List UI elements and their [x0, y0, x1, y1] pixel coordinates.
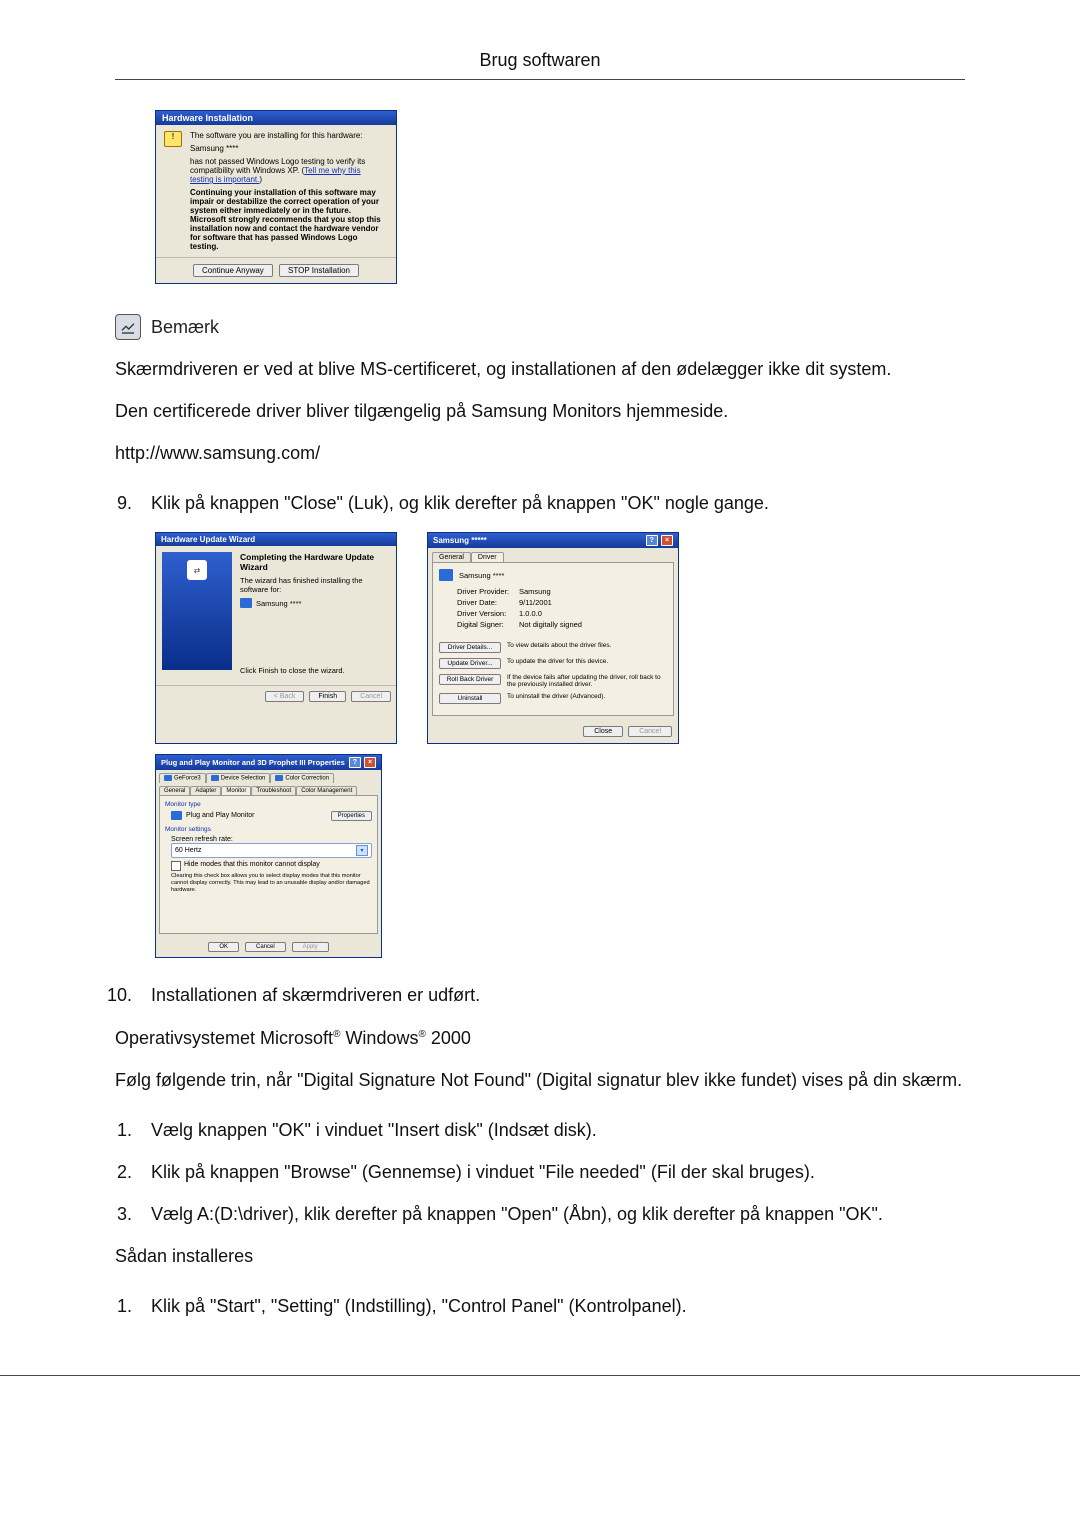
info-key: Driver Version:: [457, 609, 513, 618]
help-icon[interactable]: ?: [646, 535, 658, 546]
dialog-title: Hardware Update Wizard: [156, 533, 396, 546]
dialog-text: has not passed Windows Logo testing to v…: [190, 157, 386, 184]
dialog-title: Samsung *****: [433, 536, 487, 545]
hardware-installation-dialog: Hardware Installation ! The software you…: [155, 110, 397, 284]
info-key: Driver Date:: [457, 598, 513, 607]
tab-troubleshoot[interactable]: Troubleshoot: [251, 786, 296, 795]
button-desc: To uninstall the driver (Advanced).: [507, 693, 667, 700]
info-value: Not digitally signed: [519, 620, 582, 629]
dialog-warning-text: Continuing your installation of this sof…: [190, 188, 386, 251]
warning-icon: !: [164, 131, 182, 147]
cancel-button[interactable]: Cancel: [351, 691, 391, 702]
rollback-driver-button[interactable]: Roll Back Driver: [439, 674, 501, 685]
wizard-banner: ⇄: [162, 552, 232, 670]
info-value: 1.0.0.0: [519, 609, 542, 618]
tab-general[interactable]: General: [432, 552, 471, 562]
monitor-properties-dialog: Plug and Play Monitor and 3D Prophet III…: [155, 754, 382, 958]
button-desc: To view details about the driver files.: [507, 642, 667, 649]
list2-item-1: Vælg knappen "OK" i vinduet "Insert disk…: [137, 1117, 965, 1143]
uninstall-driver-button[interactable]: Uninstall: [439, 693, 501, 704]
hardware-update-wizard-dialog: Hardware Update Wizard ⇄ Completing the …: [155, 532, 397, 744]
update-driver-button[interactable]: Update Driver...: [439, 658, 501, 669]
group-monitor-settings: Monitor settings: [165, 826, 372, 833]
properties-button[interactable]: Properties: [331, 811, 372, 821]
body-paragraph: Den certificerede driver bliver tilgænge…: [115, 398, 965, 424]
tab-driver[interactable]: Driver: [471, 552, 504, 562]
button-desc: If the device fails after updating the d…: [507, 674, 667, 688]
rule: [115, 79, 965, 80]
refresh-rate-select[interactable]: 60 Hertz ▾: [171, 843, 372, 858]
group-monitor-type: Monitor type: [165, 801, 372, 808]
close-icon[interactable]: ×: [364, 757, 376, 768]
tab-general[interactable]: General: [159, 786, 190, 795]
list3-item-1: Klik på "Start", "Setting" (Indstilling)…: [137, 1293, 965, 1319]
tab-color-management[interactable]: Color Management: [296, 786, 357, 795]
dialog-title: Plug and Play Monitor and 3D Prophet III…: [161, 758, 345, 767]
stop-installation-button[interactable]: STOP Installation: [279, 264, 359, 277]
body-url: http://www.samsung.com/: [115, 440, 965, 466]
info-key: Digital Signer:: [457, 620, 513, 629]
info-key: Driver Provider:: [457, 587, 513, 596]
close-icon[interactable]: ×: [661, 535, 673, 546]
step-9: Klik på knappen "Close" (Luk), og klik d…: [137, 490, 965, 516]
dialog-text: The software you are installing for this…: [190, 131, 386, 140]
back-button[interactable]: < Back: [265, 691, 305, 702]
driver-details-button[interactable]: Driver Details...: [439, 642, 501, 653]
tab-color-correction[interactable]: Color Correction: [270, 773, 334, 783]
ok-button[interactable]: OK: [208, 942, 239, 952]
body-paragraph: Skærmdriveren er ved at blive MS-certifi…: [115, 356, 965, 382]
hide-modes-label: Hide modes that this monitor cannot disp…: [184, 861, 320, 871]
os-heading: Operativsystemet Microsoft® Windows® 200…: [115, 1025, 965, 1051]
cancel-button[interactable]: Cancel: [245, 942, 286, 952]
info-value: 9/11/2001: [519, 598, 552, 607]
hide-modes-checkbox[interactable]: [171, 861, 181, 871]
device-name: Samsung ****: [459, 571, 504, 580]
cancel-button[interactable]: Cancel: [628, 726, 672, 737]
body-paragraph: Følg følgende trin, når "Digital Signatu…: [115, 1067, 965, 1093]
driver-properties-dialog: Samsung ***** ? × General Driver Samsung…: [427, 532, 679, 744]
list2-item-2: Klik på knappen "Browse" (Gennemse) i vi…: [137, 1159, 965, 1185]
note-icon: [115, 314, 141, 340]
close-button[interactable]: Close: [583, 726, 623, 737]
monitor-icon: [240, 598, 252, 608]
wizard-icon: ⇄: [187, 560, 207, 580]
geforce-icon: [164, 775, 172, 781]
button-desc: To update the driver for this device.: [507, 658, 667, 665]
note-label: Bemærk: [151, 317, 219, 338]
finish-button[interactable]: Finish: [309, 691, 346, 702]
tab-geforce3[interactable]: GeForce3: [159, 773, 206, 783]
refresh-rate-label: Screen refresh rate:: [171, 836, 372, 843]
monitor-icon: [439, 569, 453, 581]
device-selection-icon: [211, 775, 219, 781]
wizard-device: Samsung ****: [256, 599, 301, 608]
monitor-name: Plug and Play Monitor: [186, 812, 254, 819]
hide-modes-desc: Clearing this check box allows you to se…: [171, 873, 372, 894]
page-title: Brug softwaren: [115, 50, 965, 71]
tab-adapter[interactable]: Adapter: [190, 786, 221, 795]
install-heading: Sådan installeres: [115, 1243, 965, 1269]
monitor-icon: [171, 811, 182, 820]
color-correction-icon: [275, 775, 283, 781]
tab-monitor[interactable]: Monitor: [221, 786, 251, 795]
wizard-close-text: Click Finish to close the wizard.: [240, 666, 390, 675]
tab-device-selection[interactable]: Device Selection: [206, 773, 271, 783]
dialog-device: Samsung ****: [190, 144, 386, 153]
info-value: Samsung: [519, 587, 551, 596]
chevron-down-icon: ▾: [356, 845, 368, 856]
wizard-text: The wizard has finished installing the s…: [240, 576, 390, 594]
continue-anyway-button[interactable]: Continue Anyway: [193, 264, 273, 277]
apply-button[interactable]: Apply: [292, 942, 329, 952]
dialog-title: Hardware Installation: [156, 111, 396, 125]
wizard-heading: Completing the Hardware Update Wizard: [240, 552, 390, 572]
step-10: Installationen af skærmdriveren er udfør…: [137, 982, 965, 1008]
list2-item-3: Vælg A:(D:\driver), klik derefter på kna…: [137, 1201, 965, 1227]
help-icon[interactable]: ?: [349, 757, 361, 768]
